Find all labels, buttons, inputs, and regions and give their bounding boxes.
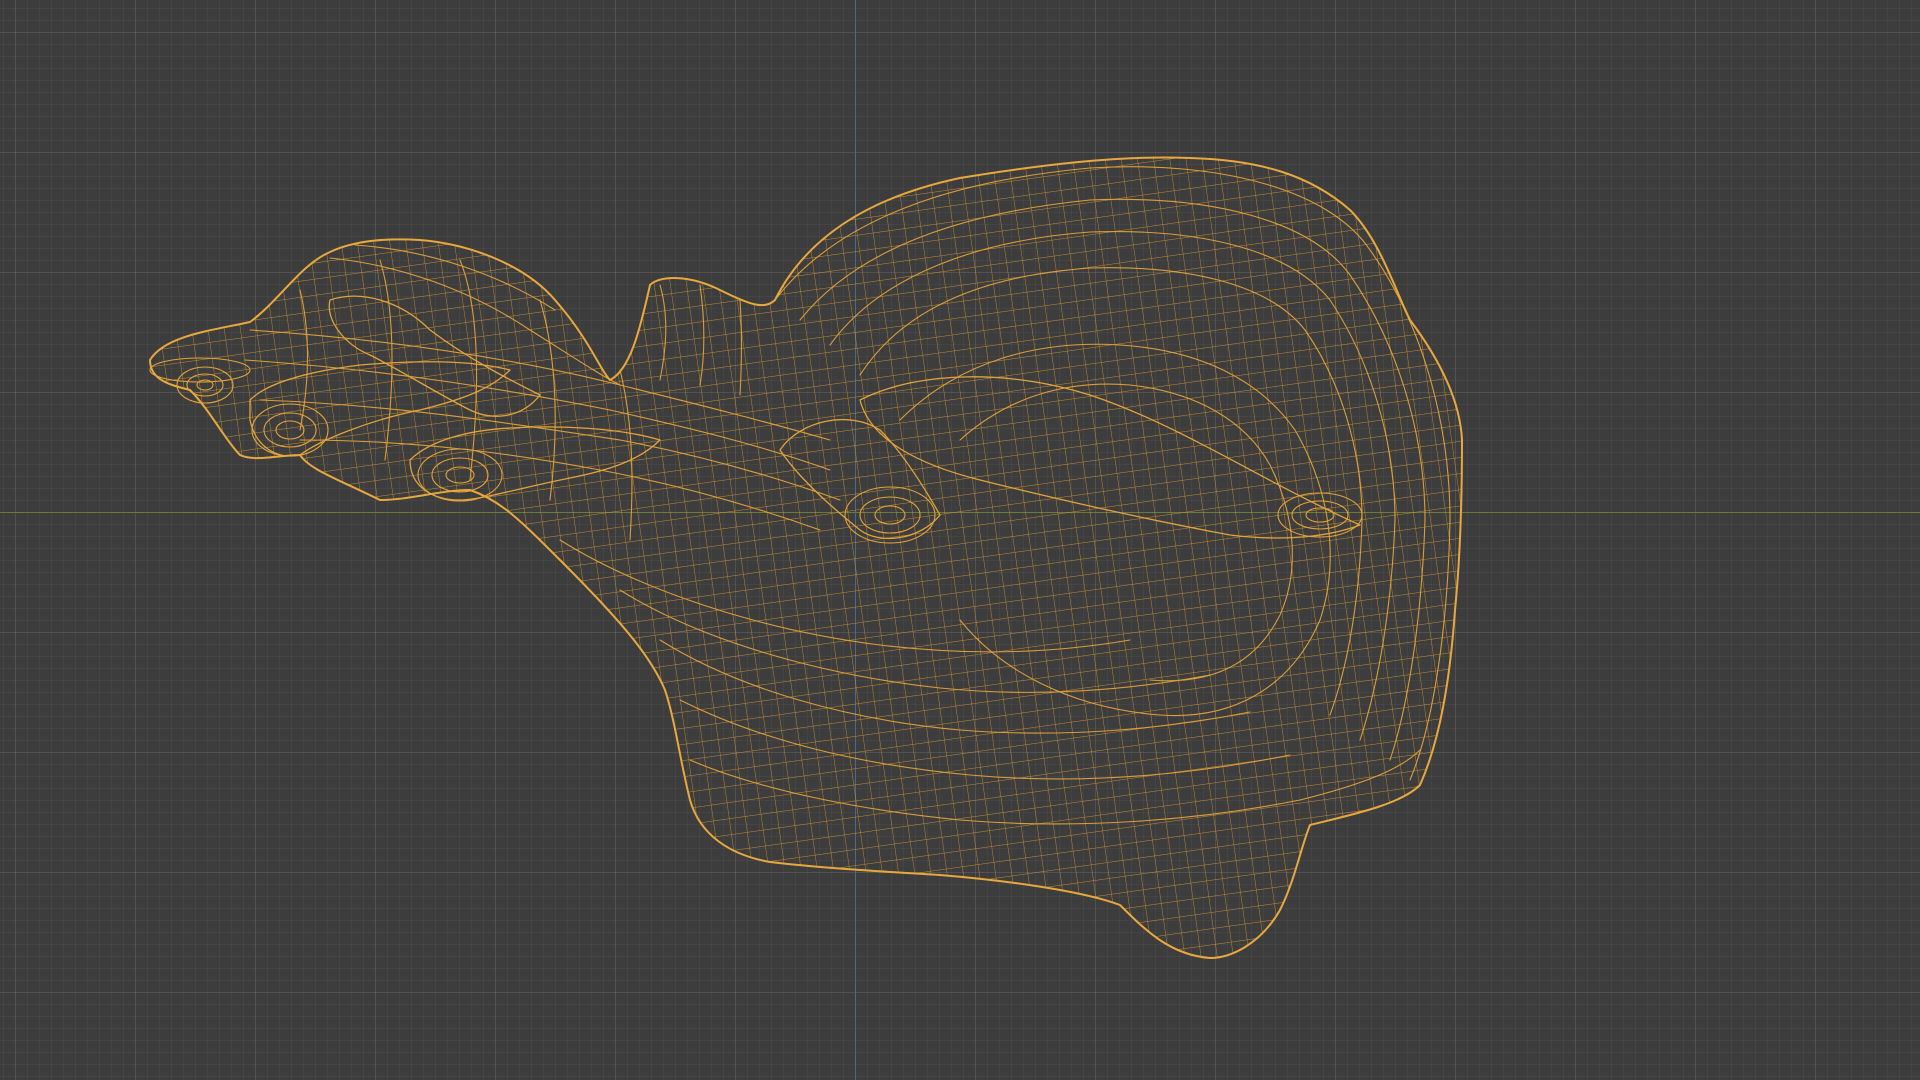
mesh-faces [150, 157, 1462, 958]
wireframe-mesh[interactable] [0, 0, 1920, 1080]
3d-viewport[interactable] [0, 0, 1920, 1080]
